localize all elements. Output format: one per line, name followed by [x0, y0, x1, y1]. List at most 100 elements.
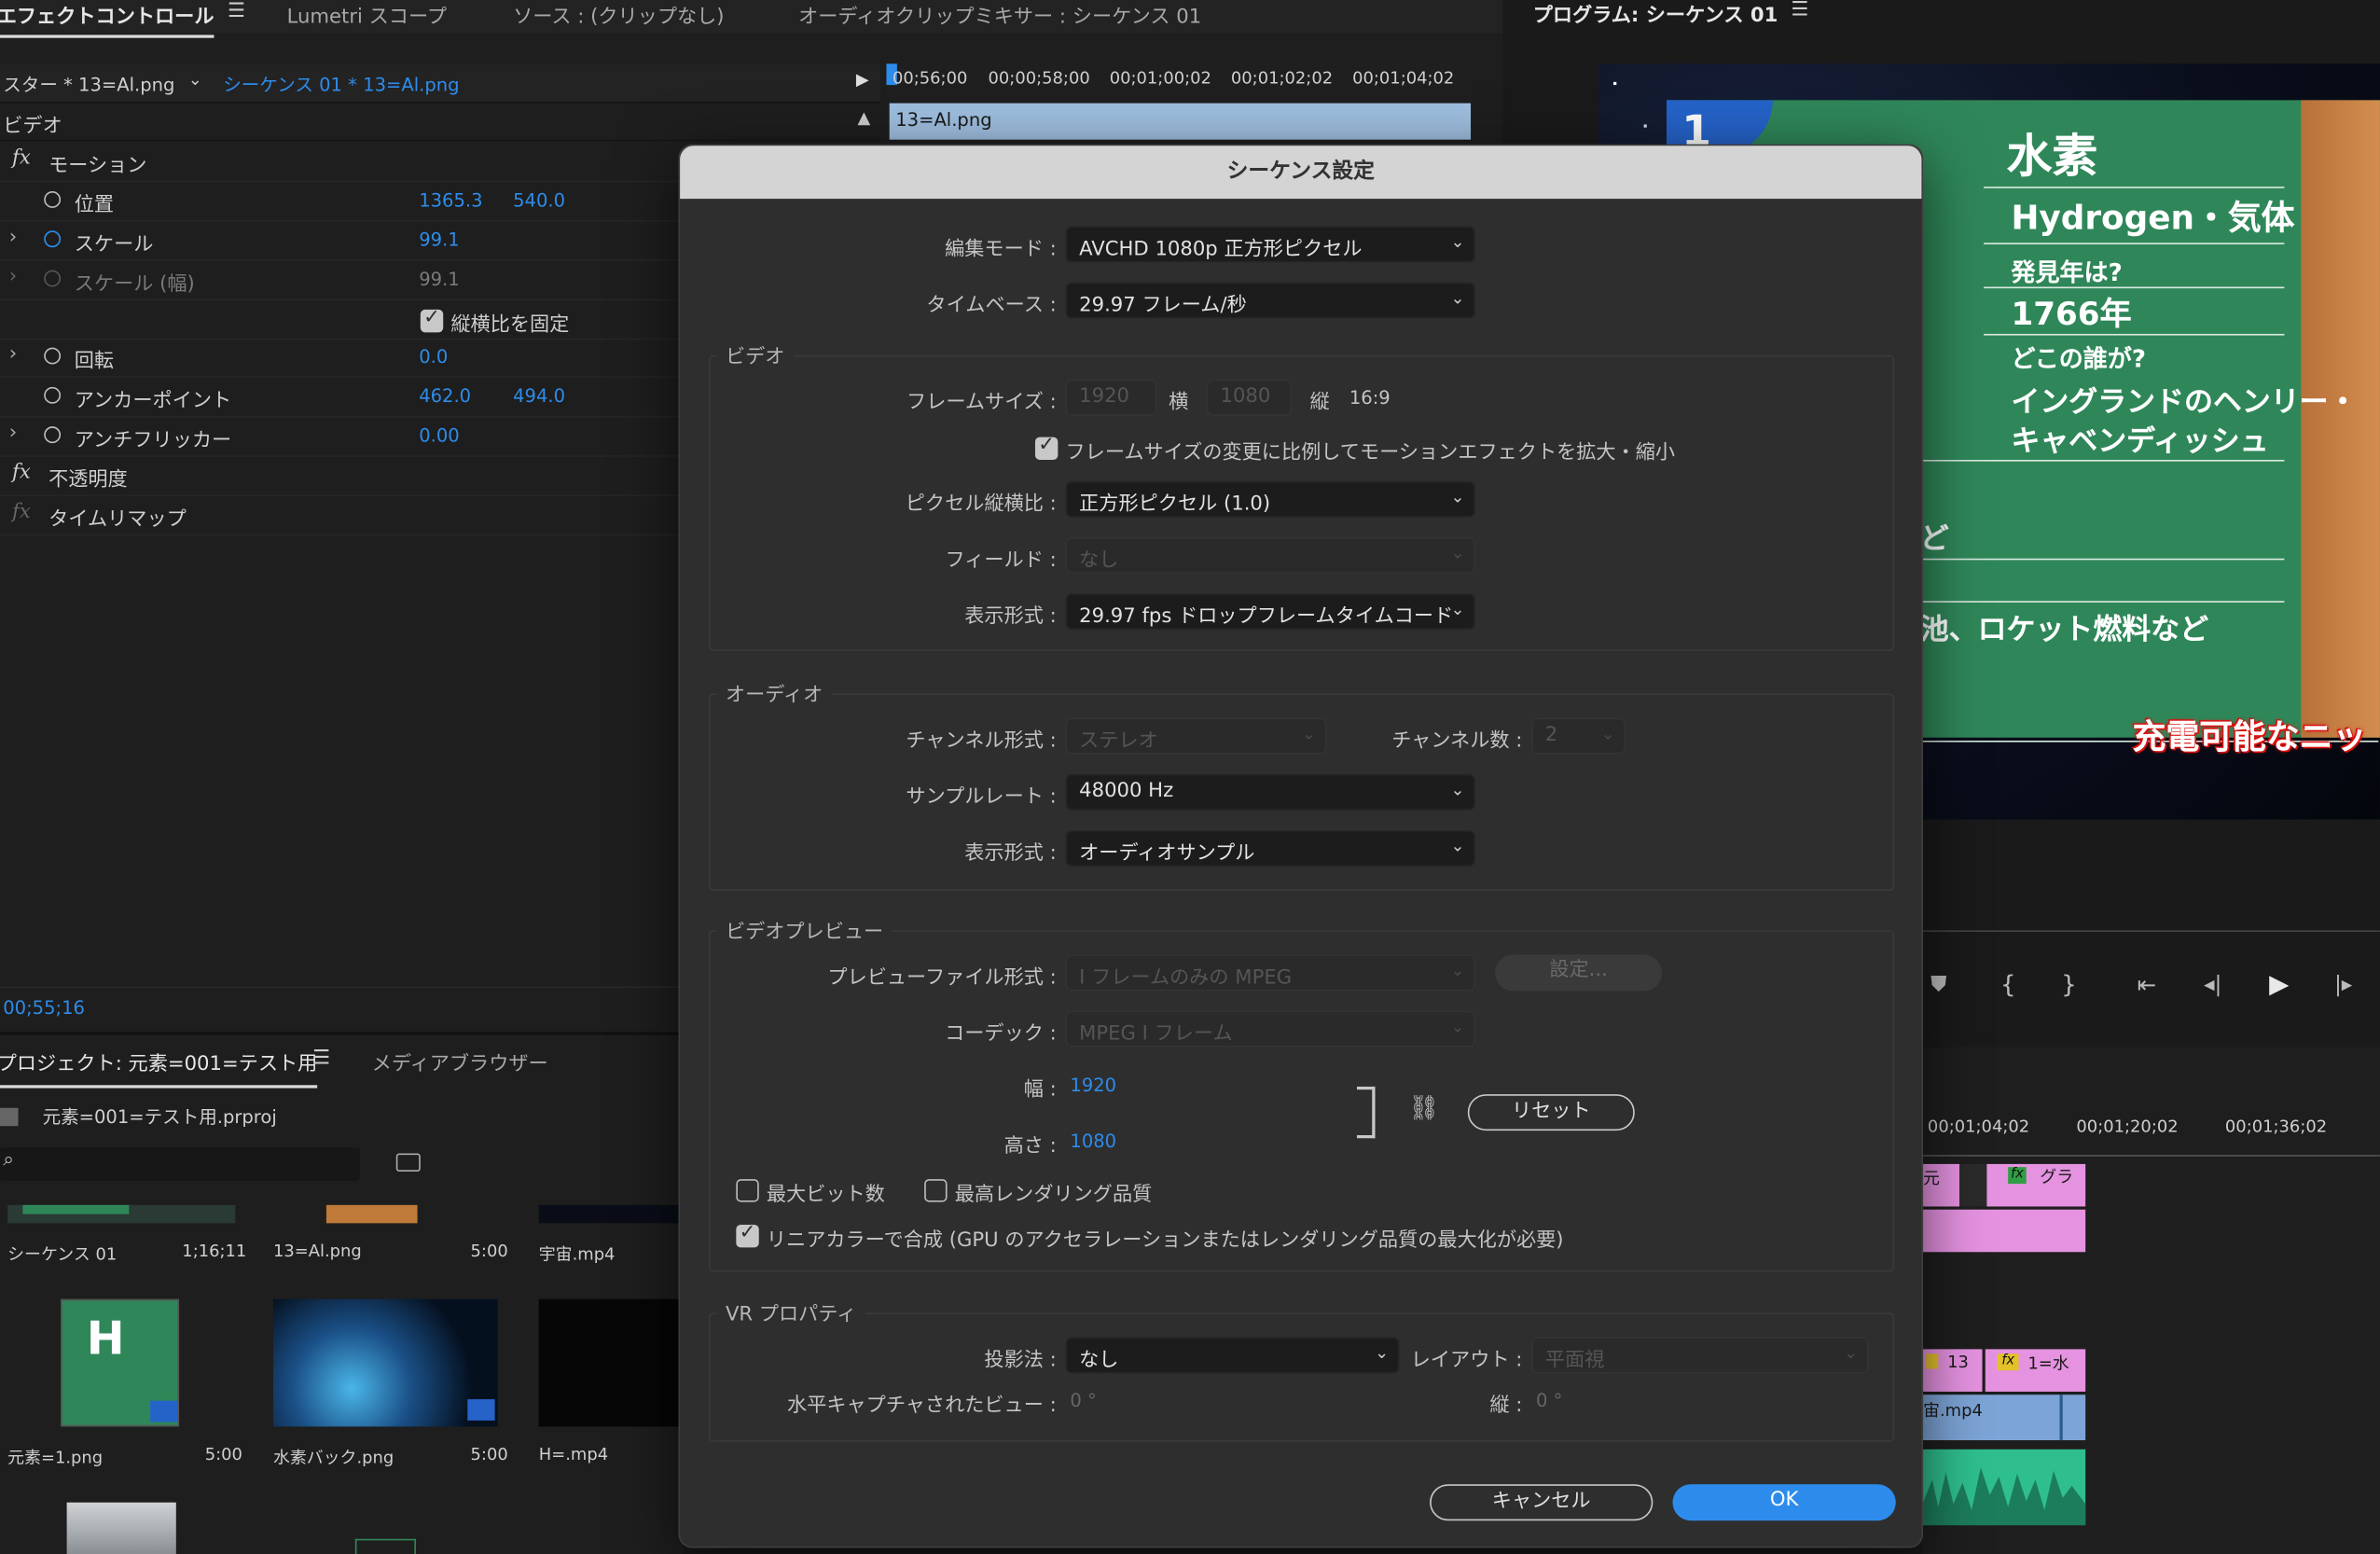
- sample-rate-select[interactable]: 48000 Hz ⌄: [1065, 773, 1475, 811]
- vr-group: [709, 1312, 1895, 1442]
- timeline-video-clip[interactable]: 宙.mp4: [1923, 1394, 2086, 1441]
- expand-icon[interactable]: ›: [9, 266, 17, 288]
- timeline-clip[interactable]: 元: [1923, 1163, 1960, 1207]
- audio-display-select[interactable]: オーディオサンプル ⌄: [1065, 829, 1475, 867]
- panel-menu-icon[interactable]: ☰: [312, 1048, 330, 1070]
- mark-out-icon[interactable]: }: [2061, 970, 2077, 999]
- program-scrub-bar[interactable]: [1923, 905, 2380, 932]
- anchor-y-value[interactable]: 494.0: [513, 385, 565, 407]
- item-duration: 1;16;11: [182, 1241, 247, 1262]
- chevron-down-icon: ⌄: [1600, 724, 1615, 744]
- timeline-ruler[interactable]: [1923, 1145, 2380, 1157]
- thumbnail-space[interactable]: [538, 1204, 679, 1224]
- thumbnail-car[interactable]: [66, 1502, 176, 1554]
- tab-source[interactable]: ソース : (クリップなし): [513, 0, 724, 29]
- current-timecode[interactable]: 00;55;16: [3, 997, 85, 1019]
- scale-value[interactable]: 99.1: [419, 229, 459, 251]
- thumbnail-item[interactable]: [354, 1538, 416, 1554]
- panel-menu-icon[interactable]: ☰: [228, 0, 245, 22]
- dialog-title: シーケンス設定: [680, 146, 1922, 200]
- stopwatch-icon[interactable]: [44, 386, 62, 404]
- timeline-audio-clip[interactable]: [1923, 1449, 2086, 1526]
- pixel-aspect-select[interactable]: 正方形ピクセル (1.0) ⌄: [1065, 480, 1475, 518]
- position-x-value[interactable]: 1365.3: [419, 189, 482, 211]
- tab-effect-controls[interactable]: エフェクトコントロール: [0, 0, 214, 38]
- link-chain-icon[interactable]: ⛓: [1408, 1092, 1439, 1121]
- slide-a2-line2: キャベンディッシュ: [2011, 424, 2269, 459]
- fx-icon[interactable]: fx: [12, 462, 31, 484]
- fx-icon[interactable]: fx: [12, 147, 31, 170]
- reset-button[interactable]: リセット: [1467, 1094, 1635, 1131]
- chevron-down-icon: ⌄: [1450, 543, 1465, 563]
- stopwatch-icon[interactable]: [44, 191, 62, 208]
- timeline-clip[interactable]: 13: [1923, 1349, 1983, 1392]
- opacity-row[interactable]: fx 不透明度: [0, 457, 684, 497]
- ruler-tick: 00;00;58;00: [988, 68, 1090, 89]
- stopwatch-icon[interactable]: [44, 347, 62, 365]
- scale-motion-checkbox[interactable]: [1034, 434, 1059, 460]
- tab-media-browser[interactable]: メディアブラウザー: [372, 1048, 548, 1075]
- linear-color-checkbox[interactable]: [736, 1222, 759, 1248]
- ec-clip-bar[interactable]: 13=Al.png: [889, 103, 1472, 140]
- cancel-button[interactable]: キャンセル: [1430, 1484, 1654, 1521]
- display-format-select[interactable]: 29.97 fps ドロップフレームタイムコード ⌄: [1065, 593, 1475, 631]
- play-only-audio-icon[interactable]: ▶: [856, 70, 869, 90]
- play-icon[interactable]: ▶: [2269, 970, 2289, 1001]
- thumbnail-element-1[interactable]: H: [61, 1298, 180, 1427]
- tab-lumetri-scopes[interactable]: Lumetri スコープ: [287, 0, 447, 29]
- thumbnail-h-mp4[interactable]: [538, 1298, 679, 1427]
- add-marker-icon[interactable]: ⛊: [1930, 973, 1946, 997]
- expand-icon[interactable]: ›: [9, 422, 17, 444]
- max-bit-depth-checkbox[interactable]: [736, 1179, 759, 1202]
- find-bin-icon[interactable]: [395, 1153, 421, 1172]
- thumbnail-sequence[interactable]: [7, 1204, 236, 1224]
- preview-format-label: プレビューファイル形式 :: [827, 966, 1057, 990]
- program-monitor-title[interactable]: プログラム: シーケンス 01: [1533, 0, 1778, 27]
- chevron-down-icon[interactable]: ⌄: [188, 70, 202, 90]
- tab-audio-clip-mixer[interactable]: オーディオクリップミキサー : シーケンス 01: [798, 0, 1201, 29]
- height-label: 高さ :: [1003, 1134, 1057, 1159]
- fields-select: なし ⌄: [1065, 536, 1475, 575]
- edit-mode-select[interactable]: AVCHD 1080p 正方形ピクセル ⌄: [1065, 226, 1475, 263]
- max-render-quality-checkbox[interactable]: [924, 1179, 948, 1202]
- thumbnail-13-al[interactable]: [325, 1204, 418, 1224]
- ec-time-ruler[interactable]: 00;56;00 00;00;58;00 00;01;00;02 00;01;0…: [886, 63, 1473, 104]
- sequence-clip-label[interactable]: シーケンス 01 * 13=Al.png: [223, 71, 459, 97]
- stopwatch-icon[interactable]: [44, 426, 62, 444]
- step-back-icon[interactable]: ◂|: [2204, 973, 2221, 997]
- tab-project[interactable]: プロジェクト: 元素=001=テスト用: [0, 1048, 318, 1089]
- timeline-clip[interactable]: fx グラ: [1986, 1163, 2086, 1207]
- antiflicker-label: アンチフリッカー: [74, 429, 232, 452]
- collapse-up-icon[interactable]: ▲: [858, 108, 871, 128]
- time-remap-row[interactable]: fx タイムリマップ: [0, 496, 684, 536]
- preview-width-value[interactable]: 1920: [1070, 1075, 1116, 1096]
- thumbnail-hydrogen-back[interactable]: [272, 1298, 498, 1427]
- motion-row[interactable]: fx モーション: [0, 143, 684, 183]
- thumbnail-badge: [150, 1400, 178, 1422]
- uniform-scale-row: 縦横比を固定: [0, 300, 684, 340]
- frame-size-label: フレームサイズ :: [906, 391, 1057, 415]
- position-row: 位置 1365.3 540.0: [0, 182, 684, 222]
- go-to-in-icon[interactable]: ⇤: [2138, 971, 2156, 998]
- position-y-value[interactable]: 540.0: [513, 189, 565, 211]
- step-forward-icon[interactable]: |▸: [2334, 973, 2352, 997]
- antiflicker-value[interactable]: 0.00: [419, 425, 459, 447]
- ok-button[interactable]: OK: [1672, 1484, 1896, 1521]
- preview-height-value[interactable]: 1080: [1070, 1131, 1116, 1152]
- mark-in-icon[interactable]: {: [2000, 970, 2016, 999]
- master-clip-label[interactable]: スター * 13=Al.png: [3, 71, 174, 97]
- expand-icon[interactable]: ›: [9, 343, 17, 366]
- item-name: H=.mp4: [538, 1444, 609, 1465]
- search-input[interactable]: ⌕: [0, 1147, 360, 1181]
- expand-icon[interactable]: ›: [9, 226, 17, 248]
- stopwatch-icon[interactable]: [44, 230, 62, 248]
- panel-menu-icon[interactable]: ☰: [1791, 0, 1808, 21]
- item-name: 水素バック.png: [272, 1448, 394, 1468]
- anchor-x-value[interactable]: 462.0: [419, 385, 471, 407]
- timeline-clip[interactable]: fx 1=水: [1985, 1349, 2086, 1392]
- timebase-select[interactable]: 29.97 フレーム/秒 ⌄: [1065, 282, 1475, 319]
- rotation-value[interactable]: 0.0: [419, 346, 448, 368]
- projection-select[interactable]: なし ⌄: [1065, 1337, 1400, 1374]
- timeline-clip[interactable]: [1923, 1209, 2086, 1253]
- uniform-scale-checkbox[interactable]: [420, 307, 444, 333]
